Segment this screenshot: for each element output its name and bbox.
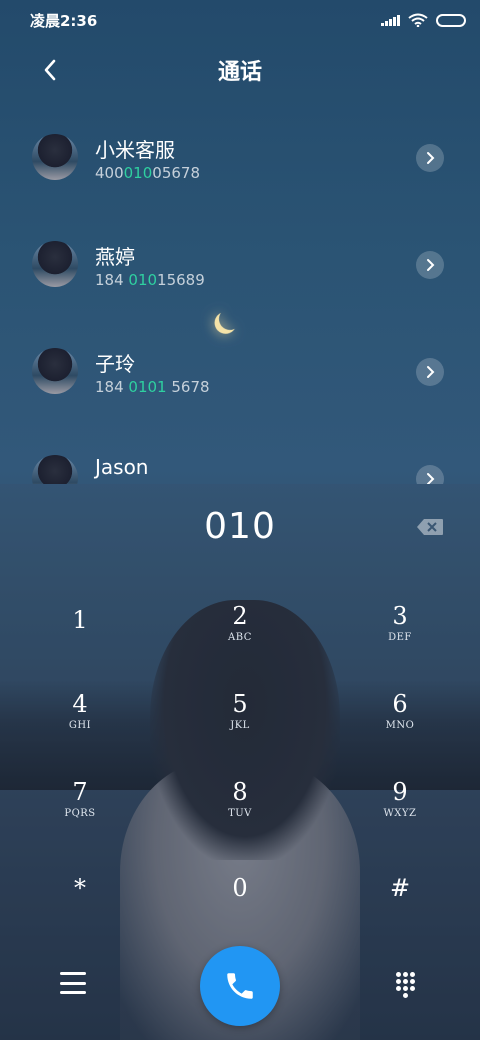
header: 通话: [0, 40, 480, 100]
key-letters: TUV: [228, 808, 252, 819]
key-1[interactable]: 1: [30, 606, 130, 686]
contact-number: 184 01015689: [95, 271, 205, 289]
key-digit: 1: [72, 606, 88, 634]
contact-row[interactable]: Jason: [0, 433, 480, 484]
contact-detail-button[interactable]: [416, 251, 444, 279]
key-0[interactable]: 0: [190, 874, 290, 954]
key-letters: GHI: [68, 720, 92, 731]
key-letters: MNO: [385, 720, 415, 731]
key-digit: #: [389, 874, 411, 902]
backspace-icon: [417, 519, 443, 535]
contact-number: 40001005678: [95, 164, 200, 182]
key-5[interactable]: 5 JKL: [190, 690, 290, 770]
call-button[interactable]: [200, 946, 280, 1026]
contact-name: Jason: [95, 455, 149, 479]
chevron-right-icon: [427, 473, 435, 484]
key-digit: 7: [72, 778, 88, 806]
key-4[interactable]: 4 GHI: [30, 690, 130, 770]
chevron-right-icon: [427, 366, 435, 378]
key-letters: DEF: [388, 632, 412, 643]
avatar: [32, 348, 78, 394]
back-button[interactable]: [34, 54, 66, 86]
key-digit: 5: [232, 690, 248, 718]
contact-row[interactable]: 子玲 184 0101 5678: [0, 326, 480, 416]
contact-row[interactable]: 燕婷 184 01015689: [0, 219, 480, 309]
menu-icon[interactable]: [60, 972, 86, 994]
key-digit: 3: [392, 602, 408, 630]
key-3[interactable]: 3 DEF: [350, 602, 450, 682]
key-digit: 0: [232, 874, 248, 902]
key-digit: *: [74, 874, 86, 902]
key-digit: 2: [232, 602, 248, 630]
contact-name: 燕婷: [95, 245, 135, 269]
chevron-left-icon: [44, 59, 56, 81]
key-9[interactable]: 9 WXYZ: [350, 778, 450, 858]
key-digit: 8: [232, 778, 248, 806]
contact-detail-button[interactable]: [416, 144, 444, 172]
contact-name: 子玲: [95, 352, 135, 376]
status-bar: 凌晨2:36: [0, 0, 480, 40]
key-letters: PQRS: [64, 808, 96, 819]
wifi-icon: [408, 13, 428, 27]
avatar: [32, 241, 78, 287]
contact-name: 小米客服: [95, 138, 175, 162]
battery-icon: [436, 13, 466, 27]
status-icons: [381, 13, 466, 27]
avatar: [32, 455, 78, 484]
contact-detail-button[interactable]: [416, 465, 444, 484]
signal-icon: [381, 14, 400, 26]
key-hash[interactable]: #: [350, 874, 450, 954]
key-digit: 9: [392, 778, 408, 806]
key-digit: 4: [72, 690, 88, 718]
key-8[interactable]: 8 TUV: [190, 778, 290, 858]
dialed-number: 010: [204, 506, 276, 547]
key-digit: 6: [392, 690, 408, 718]
chevron-right-icon: [427, 152, 435, 164]
key-star[interactable]: *: [30, 874, 130, 954]
key-letters: ABC: [228, 632, 252, 643]
contact-detail-button[interactable]: [416, 358, 444, 386]
key-7[interactable]: 7 PQRS: [30, 778, 130, 858]
chevron-right-icon: [427, 259, 435, 271]
avatar: [32, 134, 78, 180]
page-title: 通话: [217, 60, 262, 85]
contact-number: 184 0101 5678: [95, 378, 210, 396]
key-6[interactable]: 6 MNO: [350, 690, 450, 770]
key-letters: WXYZ: [383, 808, 417, 819]
backspace-button[interactable]: [416, 518, 444, 536]
key-2[interactable]: 2 ABC: [190, 602, 290, 682]
dialpad-icon[interactable]: [396, 972, 416, 998]
phone-icon: [227, 973, 253, 999]
key-letters: JKL: [230, 720, 250, 731]
status-time: 凌晨2:36: [30, 11, 98, 30]
contact-row[interactable]: 小米客服 40001005678: [0, 112, 480, 202]
